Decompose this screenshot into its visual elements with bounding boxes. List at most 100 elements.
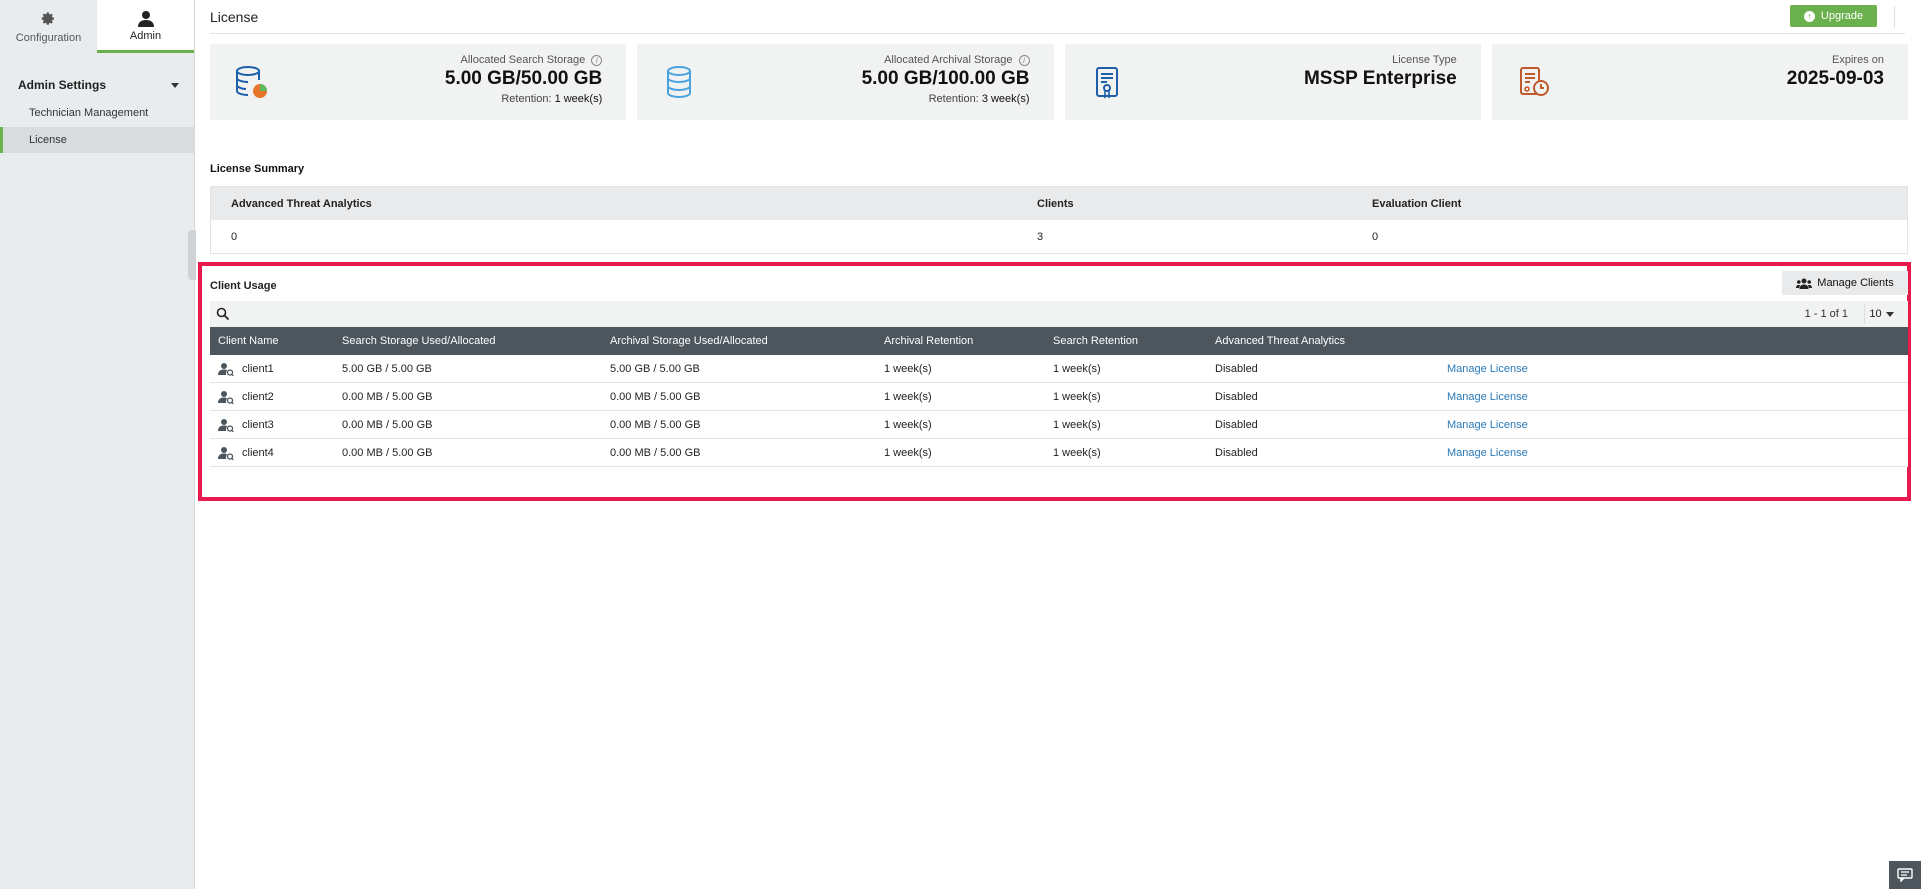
manage-license-link[interactable]: Manage License	[1447, 439, 1528, 466]
client-usage-table: Client Name Search Storage Used/Allocate…	[210, 327, 1908, 467]
column-header-archival-storage[interactable]: Archival Storage Used/Allocated	[610, 327, 768, 355]
cell-search-retention: 1 week(s)	[1053, 362, 1101, 375]
client-name: client2	[242, 390, 274, 403]
card-retention: Retention: 1 week(s)	[445, 93, 602, 105]
chat-button[interactable]	[1889, 861, 1921, 889]
cell-ata-status: Disabled	[1215, 418, 1258, 431]
cell-search-storage: 0.00 MB / 5.00 GB	[342, 446, 433, 459]
summary-header-cell: Advanced Threat Analytics	[231, 197, 372, 210]
card-search-storage: Allocated Search Storage i 5.00 GB/50.00 …	[210, 44, 627, 120]
client-name: client4	[242, 446, 274, 459]
main-content: License ↑ Upgrade Allocated Search Stora…	[196, 0, 1921, 889]
retention-value: 3 week(s)	[981, 93, 1030, 105]
column-header-ata[interactable]: Advanced Threat Analytics	[1215, 327, 1345, 355]
card-value: 5.00 GB/100.00 GB	[861, 68, 1030, 89]
table-row: client3 0.00 MB / 5.00 GB 0.00 MB / 5.00 G…	[210, 411, 1908, 439]
card-value: 5.00 GB/50.00 GB	[444, 68, 603, 89]
users-icon	[1796, 278, 1813, 289]
column-header-client-name[interactable]: Client Name	[218, 327, 279, 355]
summary-value-cell: 0	[1372, 230, 1379, 243]
manage-clients-label: Manage Clients	[1817, 277, 1894, 289]
database-chart-icon	[236, 66, 267, 98]
search-icon[interactable]	[216, 307, 230, 321]
manage-license-link[interactable]: Manage License	[1447, 355, 1528, 382]
cell-client-name: client3	[218, 411, 274, 438]
upgrade-arrow-icon: ↑	[1803, 10, 1815, 22]
retention-value: 1 week(s)	[554, 93, 603, 105]
admin-settings-label: Admin Settings	[18, 78, 107, 92]
cell-client-name: client1	[218, 355, 274, 382]
card-value: MSSP Enterprise	[1303, 68, 1457, 89]
cell-archival-retention: 1 week(s)	[884, 390, 932, 403]
cell-ata-status: Disabled	[1215, 446, 1258, 459]
table-header-row: Client Name Search Storage Used/Allocate…	[210, 327, 1908, 355]
cell-ata-status: Disabled	[1215, 362, 1258, 375]
upgrade-button[interactable]: ↑ Upgrade	[1790, 5, 1877, 27]
manage-license-link[interactable]: Manage License	[1447, 383, 1528, 410]
table-row: client4 0.00 MB / 5.00 GB 0.00 MB / 5.00 G…	[210, 439, 1908, 467]
tab-configuration[interactable]: Configuration	[0, 0, 97, 53]
divider	[1894, 6, 1895, 28]
sidebar: Configuration Admin Admin Settings Techn…	[0, 0, 196, 889]
client-usage-title: Client Usage	[210, 280, 277, 292]
database-icon	[667, 66, 692, 99]
summary-header-row: Advanced Threat Analytics Clients Evalua…	[211, 187, 1907, 220]
gear-icon	[41, 10, 56, 30]
card-archival-storage: Allocated Archival Storage i 5.00 GB/100.…	[637, 44, 1054, 120]
client-usage-toolbar: 1 - 1 of 1 10	[210, 301, 1908, 327]
cell-archival-retention: 1 week(s)	[884, 446, 932, 459]
cell-search-retention: 1 week(s)	[1053, 446, 1101, 459]
sidebar-item-label: Technician Management	[29, 107, 149, 119]
upgrade-label: Upgrade	[1820, 10, 1864, 22]
cell-archival-storage: 0.00 MB / 5.00 GB	[610, 446, 701, 459]
chat-icon	[1897, 868, 1913, 882]
cell-search-storage: 0.00 MB / 5.00 GB	[342, 390, 433, 403]
caret-down-icon	[171, 82, 179, 88]
retention-label: Retention:	[501, 93, 552, 105]
per-page-value: 10	[1869, 308, 1882, 320]
user-icon	[137, 8, 154, 28]
card-license-type: License Type MSSP Enterprise	[1064, 44, 1481, 120]
card-value: 2025-09-03	[1786, 68, 1884, 89]
summary-value-cell: 3	[1037, 230, 1044, 243]
info-icon[interactable]: i	[591, 54, 603, 66]
caret-down-icon	[1885, 311, 1894, 317]
admin-settings-section[interactable]: Admin Settings	[0, 70, 195, 100]
table-row: client2 0.00 MB / 5.00 GB 0.00 MB / 5.00 G…	[210, 383, 1908, 411]
tab-admin[interactable]: Admin	[97, 0, 194, 53]
page-header: License ↑ Upgrade	[210, 0, 1905, 34]
card-label: License Type	[1392, 54, 1457, 66]
page-title: License	[210, 9, 259, 25]
retention-label: Retention:	[928, 93, 979, 105]
column-header-search-storage[interactable]: Search Storage Used/Allocated	[342, 327, 495, 355]
license-summary-table: Advanced Threat Analytics Clients Evalua…	[210, 186, 1908, 254]
column-header-search-retention[interactable]: Search Retention	[1053, 327, 1138, 355]
card-label: Allocated Archival Storage	[884, 54, 1013, 66]
cell-archival-storage: 0.00 MB / 5.00 GB	[610, 418, 701, 431]
tab-configuration-label: Configuration	[15, 31, 82, 44]
cell-search-retention: 1 week(s)	[1053, 418, 1101, 431]
per-page-select[interactable]: 10	[1864, 304, 1898, 324]
cell-search-storage: 0.00 MB / 5.00 GB	[342, 418, 433, 431]
cell-archival-retention: 1 week(s)	[884, 362, 932, 375]
manage-clients-button[interactable]: Manage Clients	[1782, 271, 1908, 295]
sidebar-tabs: Configuration Admin	[0, 0, 194, 53]
client-user-icon	[218, 390, 234, 404]
manage-license-link[interactable]: Manage License	[1447, 411, 1528, 438]
client-user-icon	[218, 446, 234, 460]
summary-header-cell: Evaluation Client	[1372, 197, 1462, 210]
sidebar-item-license[interactable]: License	[0, 127, 194, 153]
table-row: client1 5.00 GB / 5.00 GB 5.00 GB / 5.00 G…	[210, 355, 1908, 383]
cell-ata-status: Disabled	[1215, 390, 1258, 403]
column-header-archival-retention[interactable]: Archival Retention	[884, 327, 973, 355]
cell-client-name: client4	[218, 439, 274, 466]
client-name: client1	[242, 362, 274, 375]
license-summary-title: License Summary	[210, 163, 305, 175]
sidebar-collapse-handle[interactable]	[188, 230, 196, 280]
card-label: Expires on	[1832, 54, 1884, 66]
sidebar-item-technician-management[interactable]: Technician Management	[0, 100, 194, 126]
cell-search-retention: 1 week(s)	[1053, 390, 1101, 403]
info-icon[interactable]: i	[1018, 54, 1030, 66]
tab-admin-label: Admin	[129, 30, 162, 42]
license-document-icon	[1095, 67, 1118, 99]
